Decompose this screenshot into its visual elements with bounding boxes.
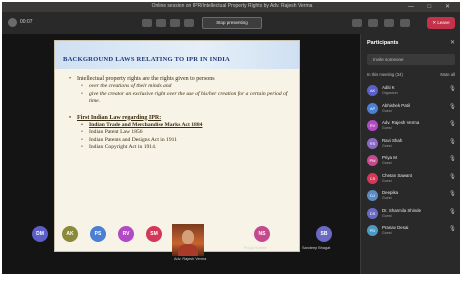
- participant-row[interactable]: AK Aditi K Organizer 🎙: [361, 82, 460, 100]
- participant-avatar[interactable]: SB: [316, 226, 332, 242]
- participant-name: Ravi Shah: [382, 137, 403, 143]
- slide-law-item: Indian Copyright Act in 1914.: [69, 144, 293, 152]
- participant-row[interactable]: AP Abhishek Patil Guest 🎙: [361, 100, 460, 118]
- video-tile-label: Adv. Rajesh Verma: [174, 257, 207, 261]
- avatar: AK: [367, 85, 378, 96]
- microphone-icon[interactable]: 🎙: [449, 174, 456, 180]
- participant-row[interactable]: CS Chetan Sawant Guest 🎙: [361, 170, 460, 188]
- more-options-icon[interactable]: [184, 19, 194, 27]
- participant-avatar[interactable]: PS: [90, 226, 106, 242]
- participant-name: Adv. Rajesh Verma: [382, 120, 420, 125]
- participant-role: Guest: [382, 126, 392, 130]
- raise-hand-icon[interactable]: [384, 19, 394, 27]
- participant-name: Priya M: [382, 155, 397, 160]
- meeting-toolbar: 00:07 Stop presenting ✕ Leave: [2, 12, 460, 34]
- participant-avatar[interactable]: SM: [146, 226, 162, 242]
- participant-name: Chetan Sawant: [382, 172, 413, 178]
- mute-all-button[interactable]: Mute all: [440, 72, 455, 77]
- participants-count: In this meeting (34): [367, 72, 403, 77]
- stop-presenting-button[interactable]: Stop presenting: [202, 17, 262, 29]
- slide-law-heading: First Indian Law regarding IPR:: [69, 114, 293, 122]
- slide-body: Intellectual property rights are the rig…: [69, 75, 293, 152]
- microphone-icon[interactable]: 🎙: [449, 226, 456, 232]
- slide-law-item: Indian Patent Law 1856: [69, 129, 293, 137]
- avatar: AP: [367, 102, 378, 114]
- microphone-icon[interactable]: 🎙: [449, 121, 456, 127]
- avatar: RS: [367, 137, 378, 149]
- avatar: CS: [367, 172, 378, 184]
- back-icon[interactable]: [8, 18, 17, 27]
- avatar: PD: [367, 225, 378, 236]
- share-icon[interactable]: [170, 19, 180, 27]
- participant-row[interactable]: DJ Deepika Guest 🎙: [361, 187, 460, 205]
- participant-role: Guest: [382, 231, 392, 235]
- microphone-icon[interactable]: 🎙: [449, 86, 456, 92]
- microphone-icon[interactable]: 🎙: [449, 156, 456, 162]
- meeting-window: Online session on IPR/Intellectual Prope…: [2, 2, 460, 274]
- participant-tile-label: Pooja Suresh: [244, 246, 267, 250]
- slide-title: BACKGROUND LAWS RELATING TO IPR IN INDIA: [63, 56, 231, 63]
- participant-name: Abhishek Patil: [382, 102, 410, 108]
- participant-avatar[interactable]: AK: [62, 226, 78, 242]
- participants-list: AK Aditi K Organizer 🎙 AP Abhishek Patil…: [361, 82, 460, 240]
- participant-role: Guest: [382, 178, 392, 183]
- microphone-icon[interactable]: 🎙: [449, 139, 456, 145]
- participant-row[interactable]: PD Pranav Desai Guest 🎙: [361, 222, 460, 240]
- shared-screen-stage: BACKGROUND LAWS RELATING TO IPR IN INDIA…: [2, 34, 360, 274]
- participant-role: Guest: [382, 108, 392, 113]
- slide-law-item: Indian Patents and Designs Act in 1911: [69, 137, 293, 145]
- participants-icon[interactable]: [352, 19, 362, 27]
- avatar: DJ: [367, 190, 378, 201]
- video-tile[interactable]: [172, 224, 204, 256]
- participant-avatar[interactable]: RV: [118, 226, 134, 242]
- participant-name: Aditi K: [382, 85, 395, 90]
- meeting-timer: 00:07: [20, 19, 33, 25]
- presentation-slide: BACKGROUND LAWS RELATING TO IPR IN INDIA…: [54, 40, 300, 252]
- avatar: RV: [367, 120, 378, 131]
- leave-button[interactable]: ✕ Leave: [427, 17, 455, 29]
- presenter-face: [182, 230, 194, 244]
- microphone-icon[interactable]: 🎙: [449, 191, 456, 197]
- participant-role: Guest: [382, 161, 392, 165]
- invite-input[interactable]: Invite someone: [367, 54, 455, 65]
- reactions-icon[interactable]: [400, 19, 410, 27]
- avatar: PM: [367, 155, 378, 166]
- participant-name: Dr. Sharmila Shinde: [382, 207, 422, 213]
- close-icon[interactable]: ✕: [450, 39, 455, 46]
- camera-icon[interactable]: [142, 19, 152, 27]
- participants-section-header: In this meeting (34) Mute all: [367, 72, 455, 77]
- window-title: Online session on IPR/Intellectual Prope…: [151, 3, 313, 9]
- window-controls[interactable]: — □ ✕: [408, 3, 456, 10]
- presenter-body: [178, 244, 198, 256]
- participant-strip: DM AK PS RV SM Adv. Rajesh Verma NS Pooj…: [2, 224, 360, 264]
- participant-row[interactable]: PM Priya M Guest 🎙: [361, 152, 460, 170]
- microphone-icon[interactable]: [156, 19, 166, 27]
- participant-role: Guest: [382, 143, 392, 148]
- participant-role: Organizer: [382, 91, 398, 95]
- slide-sub-bullet: give the creator an exclusive right over…: [69, 91, 293, 106]
- title-bar: Online session on IPR/Intellectual Prope…: [2, 2, 460, 12]
- chat-icon[interactable]: [368, 19, 378, 27]
- participant-role: Guest: [382, 196, 392, 200]
- participant-name: Pranav Desai: [382, 225, 409, 230]
- participant-avatar[interactable]: DM: [32, 226, 48, 242]
- avatar: DS: [367, 207, 378, 219]
- slide-law-item: Indian Trade and Merchandise Marks Act 1…: [69, 122, 293, 130]
- participant-name: Deepika: [382, 190, 399, 195]
- slide-header: BACKGROUND LAWS RELATING TO IPR IN INDIA: [55, 41, 299, 69]
- participant-tile-label: Sandeep Bhagat: [302, 246, 331, 250]
- participant-row[interactable]: DS Dr. Sharmila Shinde Guest 🎙: [361, 205, 460, 223]
- participant-role: Guest: [382, 213, 392, 218]
- participant-avatar[interactable]: NS: [254, 226, 270, 242]
- participants-panel: Participants ✕ Invite someone In this me…: [360, 34, 460, 274]
- microphone-icon[interactable]: 🎙: [449, 104, 456, 110]
- participant-row[interactable]: RS Ravi Shah Guest 🎙: [361, 135, 460, 153]
- participant-row[interactable]: RV Adv. Rajesh Verma Guest 🎙: [361, 117, 460, 135]
- slide-bullet-intro: Intellectual property rights are the rig…: [69, 75, 293, 83]
- microphone-icon[interactable]: 🎙: [449, 209, 456, 215]
- slide-sub-bullet: over the creations of their minds and: [69, 83, 293, 91]
- panel-title: Participants: [367, 40, 399, 46]
